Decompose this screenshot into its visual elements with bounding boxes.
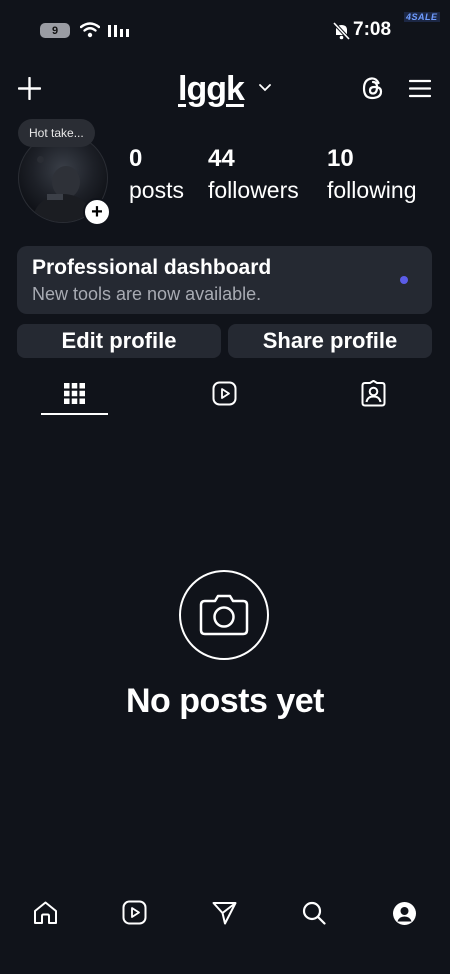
tagged-icon[interactable] <box>361 380 386 407</box>
following-count: 10 <box>327 145 354 172</box>
bottom-navigation <box>0 888 450 974</box>
add-story-button[interactable]: + <box>83 198 111 226</box>
clock: 7:08 <box>353 19 392 40</box>
professional-dashboard-card[interactable]: Professional dashboard New tools are now… <box>17 246 432 314</box>
share-profile-button[interactable]: Share profile <box>228 324 432 358</box>
grid-icon[interactable] <box>64 383 85 404</box>
chevron-down-icon[interactable] <box>259 84 271 92</box>
empty-state-title: No posts yet <box>125 682 325 720</box>
reels-icon[interactable] <box>122 900 147 925</box>
note-bubble-tail <box>37 156 44 163</box>
wifi-icon <box>80 22 100 38</box>
battery-indicator: 9 <box>40 23 70 38</box>
search-icon[interactable] <box>302 901 326 925</box>
active-tab-indicator <box>41 413 108 415</box>
posts-count: 0 <box>129 145 143 172</box>
signal-icon <box>108 25 129 37</box>
dashboard-subtitle: New tools are now available. <box>32 284 262 304</box>
threads-icon[interactable] <box>361 76 385 101</box>
reels-tab-icon[interactable] <box>212 381 237 406</box>
followers-label[interactable]: followers <box>208 177 299 204</box>
username-title[interactable]: lggk <box>178 70 245 109</box>
note-bubble[interactable]: Hot take... <box>18 119 95 147</box>
following-label[interactable]: following <box>327 177 417 204</box>
menu-icon[interactable] <box>409 79 431 98</box>
create-icon[interactable] <box>18 77 41 100</box>
muted-bell-icon <box>333 22 350 40</box>
dashboard-title: Professional dashboard <box>32 256 272 279</box>
watermark-badge: 4SALE <box>404 12 440 22</box>
posts-label[interactable]: posts <box>129 177 184 204</box>
camera-circle <box>179 570 269 660</box>
followers-count: 44 <box>208 145 235 172</box>
edit-profile-button[interactable]: Edit profile <box>17 324 221 358</box>
send-icon[interactable] <box>212 901 237 925</box>
camera-icon <box>199 594 249 636</box>
new-indicator-dot <box>400 276 408 284</box>
home-icon[interactable] <box>33 901 58 925</box>
profile-icon[interactable] <box>392 901 417 926</box>
